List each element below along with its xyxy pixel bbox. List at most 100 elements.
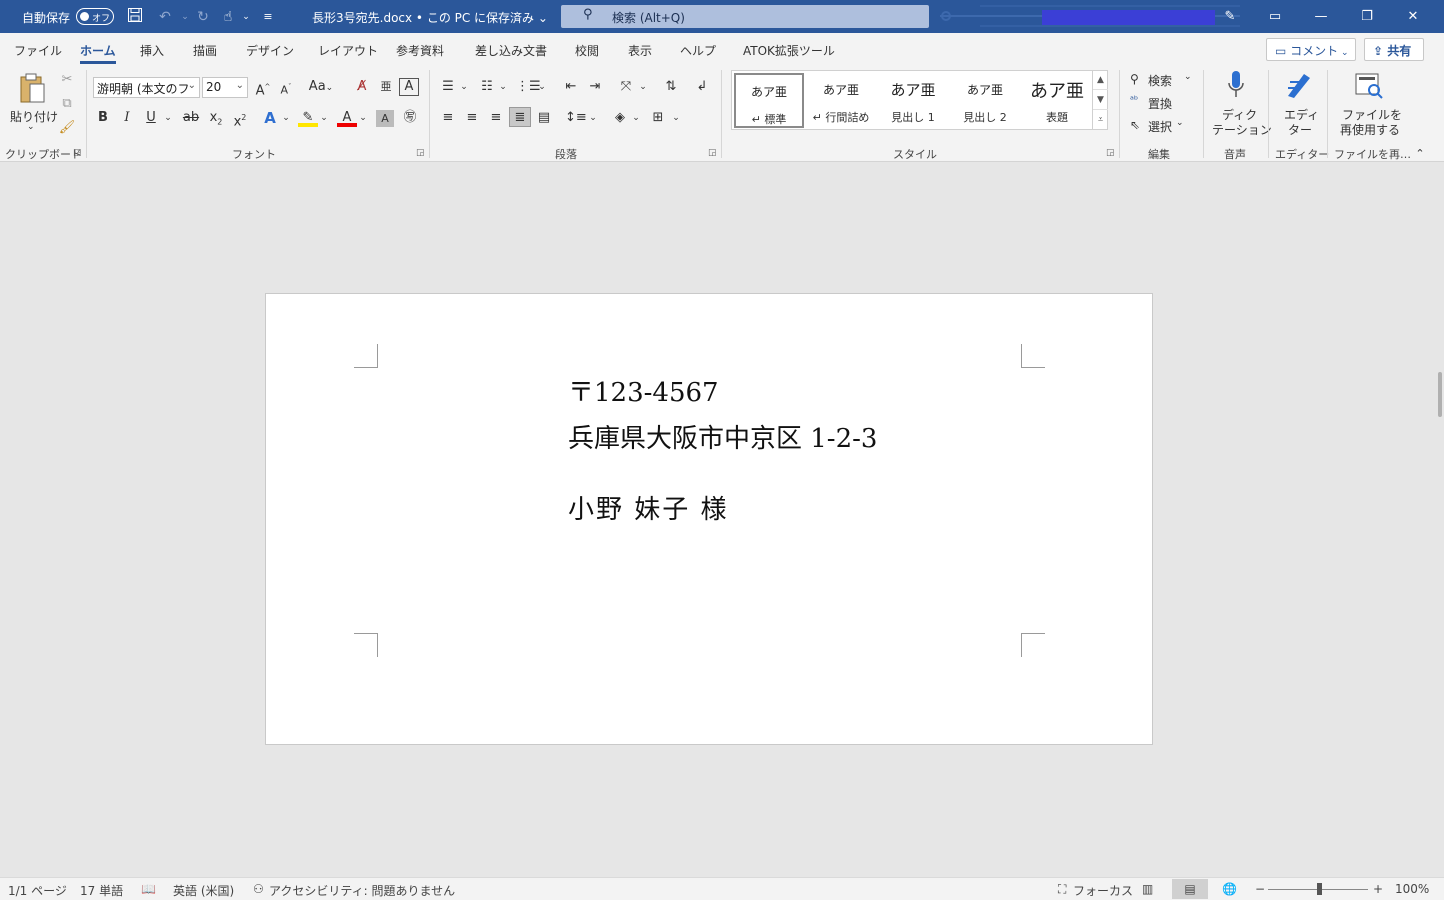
subscript-icon[interactable]: x2 (206, 108, 226, 128)
font-size-select[interactable]: 20 ⌄ (202, 77, 248, 98)
highlight-icon[interactable]: ✎ (298, 108, 318, 127)
document-title[interactable]: 長形3号宛先.docx • この PC に保存済み ⌄ (312, 9, 548, 26)
chevron-up-icon[interactable]: ▲ (1093, 70, 1108, 90)
font-launcher-icon[interactable]: ◲ (416, 148, 425, 158)
borders-icon[interactable]: ⊞ (648, 108, 668, 128)
scrollbar-thumb[interactable] (1438, 372, 1442, 417)
tab-file[interactable]: ファイル (14, 42, 62, 59)
undo-icon[interactable]: ↶ (155, 7, 175, 27)
close-icon[interactable]: ✕ (1398, 7, 1428, 27)
find-button[interactable]: ⚲ 検索 ⌄ (1130, 70, 1194, 90)
asian-layout-dropdown-icon[interactable]: ⌄ (637, 77, 649, 97)
asian-layout-icon[interactable]: ⤧ (615, 77, 637, 97)
numbering-icon[interactable]: ☷ (477, 77, 497, 97)
dictate-button[interactable]: ディク テーション (1210, 68, 1272, 138)
format-painter-icon[interactable]: 🖌 (58, 118, 76, 138)
postal-code-line[interactable]: 〒123-4567 (568, 372, 719, 409)
copy-icon[interactable]: ⧉ (58, 94, 76, 114)
tab-references[interactable]: 参考資料 (396, 42, 444, 59)
style-heading-2[interactable]: あア亜 見出し 2 (950, 73, 1020, 128)
collapse-ribbon-icon[interactable]: ⌃ (1412, 144, 1428, 164)
line-spacing-dropdown-icon[interactable]: ⌄ (587, 108, 599, 128)
select-button[interactable]: ⇖ 選択 ⌄ (1130, 116, 1194, 136)
recipient-line[interactable]: 小野 妹子 様 (568, 489, 729, 526)
zoom-in-icon[interactable]: + (1373, 882, 1383, 896)
save-icon[interactable] (125, 7, 145, 27)
tab-draw[interactable]: 描画 (193, 42, 217, 59)
zoom-percent[interactable]: 100% (1395, 882, 1429, 896)
text-effects-dropdown-icon[interactable]: ⌄ (280, 108, 292, 128)
undo-dropdown-icon[interactable]: ⌄ (175, 7, 195, 27)
align-right-icon[interactable]: ≡ (486, 108, 506, 128)
clear-formatting-icon[interactable]: A̸ (352, 77, 372, 97)
style-normal[interactable]: あア亜 ↵ 標準 (734, 73, 804, 128)
bullets-dropdown-icon[interactable]: ⌄ (458, 77, 470, 97)
search-box[interactable]: ⚲ 検索 (Alt+Q) (561, 5, 929, 28)
tab-layout[interactable]: レイアウト (318, 42, 378, 59)
clipboard-launcher-icon[interactable]: ◲ (73, 148, 82, 158)
tab-insert[interactable]: 挿入 (140, 42, 164, 59)
font-name-select[interactable]: 游明朝 (本文のフ ⌄ (93, 77, 200, 98)
cut-icon[interactable]: ✂ (58, 70, 76, 90)
more-styles-icon[interactable]: ⩡ (1093, 110, 1108, 130)
document-page[interactable]: 〒123-4567 兵庫県大阪市中京区 1-2-3 小野 妹子 様 (265, 293, 1153, 745)
strikethrough-icon[interactable]: ab (180, 108, 202, 128)
multilevel-dropdown-icon[interactable]: ⌄ (536, 77, 548, 97)
line-spacing-icon[interactable]: ↕≡ (565, 108, 587, 128)
distributed-icon[interactable]: ▤ (534, 108, 554, 128)
phonetic-guide-icon[interactable]: 亜 (376, 77, 396, 97)
tab-home[interactable]: ホーム (80, 42, 116, 64)
underline-dropdown-icon[interactable]: ⌄ (162, 108, 174, 128)
customize-qat-icon[interactable]: ≡ (258, 7, 278, 27)
tab-view[interactable]: 表示 (628, 42, 652, 59)
comment-button[interactable]: ▭ コメント ⌄ (1266, 38, 1356, 61)
proofing-icon[interactable]: 📖 (141, 882, 156, 896)
tab-help[interactable]: ヘルプ (680, 42, 716, 59)
borders-dropdown-icon[interactable]: ⌄ (670, 108, 682, 128)
minimize-icon[interactable]: — (1306, 7, 1336, 27)
font-color-dropdown-icon[interactable]: ⌄ (357, 108, 369, 128)
underline-icon[interactable]: U (142, 108, 160, 128)
increase-indent-icon[interactable]: ⇥ (585, 77, 605, 97)
style-title[interactable]: あア亜 表題 (1022, 73, 1092, 128)
show-hide-icon[interactable]: ↲ (692, 77, 712, 97)
numbering-dropdown-icon[interactable]: ⌄ (497, 77, 509, 97)
multilevel-list-icon[interactable]: ⋮☰ (516, 77, 541, 97)
pen-icon[interactable]: ✎ (1215, 7, 1245, 27)
align-center-icon[interactable]: ≡ (462, 108, 482, 128)
shading-dropdown-icon[interactable]: ⌄ (630, 108, 642, 128)
focus-mode-button[interactable]: フォーカス (1073, 882, 1133, 899)
text-effects-icon[interactable]: A (260, 108, 280, 128)
share-button[interactable]: ⇪ 共有 (1364, 38, 1424, 61)
read-mode-icon[interactable]: ▥ (1142, 882, 1153, 896)
sort-icon[interactable]: ⇅ (660, 77, 682, 97)
vertical-scrollbar[interactable] (1436, 162, 1444, 877)
bullets-icon[interactable]: ☰ (438, 77, 458, 97)
justify-icon[interactable]: ≣ (509, 107, 531, 127)
style-no-spacing[interactable]: あア亜 ↵ 行間詰め (806, 73, 876, 128)
shrink-font-icon[interactable]: Aˇ (276, 77, 296, 97)
change-case-button[interactable]: Aa⌄ (306, 77, 336, 97)
paragraph-launcher-icon[interactable]: ◲ (708, 148, 717, 158)
chevron-down-icon[interactable]: ▼ (1093, 90, 1108, 110)
italic-icon[interactable]: I (118, 108, 136, 128)
language-indicator[interactable]: 英語 (米国) (173, 882, 234, 899)
reuse-files-button[interactable]: ファイルを 再使用する (1334, 68, 1402, 138)
editor-button[interactable]: エディ ター (1276, 68, 1322, 138)
style-heading-1[interactable]: あア亜 見出し 1 (878, 73, 948, 128)
accessibility-status[interactable]: アクセシビリティ: 問題ありません (269, 882, 455, 899)
touch-dropdown-icon[interactable]: ⌄ (236, 7, 256, 27)
font-color-icon[interactable]: A (337, 108, 357, 127)
tab-mailings[interactable]: 差し込み文書 (475, 42, 547, 59)
word-count[interactable]: 17 単語 (80, 882, 123, 899)
autosave-toggle[interactable]: オフ (76, 8, 114, 25)
address-line[interactable]: 兵庫県大阪市中京区 1-2-3 (568, 418, 877, 455)
web-layout-icon[interactable]: 🌐 (1222, 882, 1237, 896)
tab-review[interactable]: 校閲 (575, 42, 599, 59)
replace-button[interactable]: ᵃᵇ 置換 (1130, 93, 1194, 113)
restore-icon[interactable]: ❐ (1352, 7, 1382, 27)
print-layout-icon[interactable]: ▤ (1172, 879, 1208, 899)
bold-icon[interactable]: B (94, 108, 112, 128)
styles-launcher-icon[interactable]: ◲ (1106, 148, 1115, 158)
zoom-out-icon[interactable]: − (1255, 882, 1265, 896)
